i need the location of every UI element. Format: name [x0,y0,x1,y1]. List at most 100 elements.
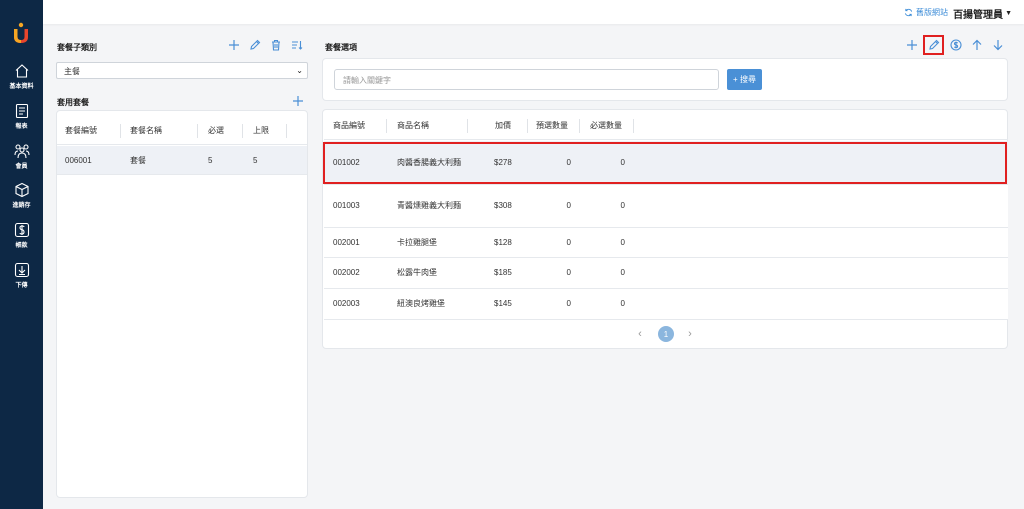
sidebar-item-basic-data[interactable]: 基本資料 [0,62,43,90]
preselect-qty: 0 [566,268,571,277]
sidebar-item-label: 帳款 [15,243,28,249]
combo-table-header: 套餐編號 套餐名稱 必選 上限 [57,117,307,145]
column-divider [579,119,580,133]
add-option-icon[interactable] [905,38,919,52]
chevron-right-icon[interactable]: › [685,326,695,342]
edit-option-icon[interactable] [927,38,941,52]
product-price: $185 [494,268,512,277]
table-row[interactable]: 002002 松露牛肉堡 $185 0 0 [324,258,1008,289]
combo-required: 5 [208,155,213,165]
logo-icon [14,22,28,43]
column-divider [467,119,468,133]
required-qty: 0 [620,201,625,210]
column-divider [286,124,287,138]
product-code: 002001 [333,237,360,247]
column-divider [242,124,243,138]
column-divider [120,124,121,138]
add-combo-icon[interactable] [291,94,305,108]
preselect-qty: 0 [566,237,571,247]
product-code: 002002 [333,268,360,277]
column-header: 上限 [253,126,269,135]
page-number[interactable]: 1 [658,326,674,342]
table-row[interactable]: 002001 卡拉雞腿堡 $128 0 0 [324,228,1008,258]
move-down-icon[interactable] [991,38,1005,52]
preselect-qty: 0 [566,157,571,167]
category-select[interactable]: 主餐 ⌄ [56,62,308,79]
table-row[interactable]: 001003 青醬燻雞義大利麵 $308 0 0 [324,185,1008,228]
add-category-icon[interactable] [227,38,241,52]
refresh-icon [904,8,913,17]
old-site-label: 舊版網站 [916,8,948,17]
product-price: $278 [494,157,512,167]
sidebar-item-label: 下傳 [15,283,28,289]
product-name: 松露牛肉堡 [397,268,437,277]
options-title: 套餐選項 [325,43,357,52]
required-qty: 0 [620,237,625,247]
price-option-icon[interactable] [949,38,963,52]
column-header: 套餐編號 [65,126,97,135]
search-button[interactable]: + 搜尋 [727,69,762,90]
inventory-box-icon [0,181,43,199]
required-qty: 0 [620,157,625,167]
product-price: $308 [494,201,512,210]
table-row[interactable]: 002003 紐澳良烤雞堡 $145 0 0 [324,289,1008,320]
product-name: 紐澳良烤雞堡 [397,299,445,308]
chevron-left-icon[interactable]: ‹ [635,326,645,342]
sidebar-item-members[interactable]: 會員 [0,142,43,170]
product-name: 卡拉雞腿堡 [397,237,437,247]
report-icon [0,102,43,120]
sidebar-item-label: 進銷存 [12,203,31,209]
sort-category-icon[interactable] [290,38,304,52]
column-header: 商品編號 [333,121,365,130]
sidebar-item-accounts[interactable]: 帳款 [0,221,43,249]
required-qty: 0 [620,268,625,277]
search-input[interactable]: 請輸入關鍵字 [334,69,719,90]
product-price: $145 [494,299,512,308]
column-header: 商品名稱 [397,121,429,130]
chevron-down-icon: ⌄ [296,66,303,75]
sidebar-item-download[interactable]: 下傳 [0,261,43,289]
table-row[interactable]: 001002 肉醬香腸義大利麵 $278 0 0 [324,141,1008,185]
combo-code: 006001 [65,155,92,165]
combo-limit: 5 [253,155,258,165]
required-qty: 0 [620,299,625,308]
sidebar-item-inventory[interactable]: 進銷存 [0,181,43,209]
admin-name: 百揚管理員 [953,10,1004,21]
column-header: 必選數量 [590,121,622,130]
product-code: 002003 [333,299,360,308]
options-table-header: 商品編號 商品名稱 加價 預選數量 必選數量 [324,112,1008,140]
top-bar: 舊版網站 百揚管理員 ▼ [43,0,1024,24]
edit-category-icon[interactable] [248,38,262,52]
table-row[interactable]: 006001 套餐 5 5 [57,146,307,175]
column-header: 套餐名稱 [130,126,162,135]
product-price: $128 [494,237,512,247]
search-placeholder: 請輸入關鍵字 [343,76,391,85]
sidebar-item-label: 會員 [15,164,28,170]
download-icon [0,261,43,279]
caret-down-icon: ▼ [1005,10,1012,17]
column-divider [197,124,198,138]
combos-title: 套用套餐 [57,98,89,107]
column-divider [527,119,528,133]
column-header: 必選 [208,126,224,135]
column-header: 預選數量 [536,121,568,130]
preselect-qty: 0 [566,201,571,210]
admin-menu[interactable]: 百揚管理員 ▼ [953,6,1012,21]
sidebar-item-label: 報表 [15,124,28,130]
sidebar-item-label: 基本資料 [9,84,34,90]
members-icon [0,142,43,160]
home-icon [0,62,43,80]
category-select-value: 主餐 [64,67,80,76]
sidebar-item-reports[interactable]: 報表 [0,102,43,130]
move-up-icon[interactable] [970,38,984,52]
product-name: 青醬燻雞義大利麵 [397,201,461,210]
preselect-qty: 0 [566,299,571,308]
delete-category-icon[interactable] [269,38,283,52]
column-divider [633,119,634,133]
old-site-link[interactable]: 舊版網站 [904,7,948,18]
column-header: 加價 [495,121,511,130]
product-code: 001002 [333,157,360,167]
column-divider [386,119,387,133]
product-code: 001003 [333,201,360,210]
combo-name: 套餐 [130,155,146,165]
